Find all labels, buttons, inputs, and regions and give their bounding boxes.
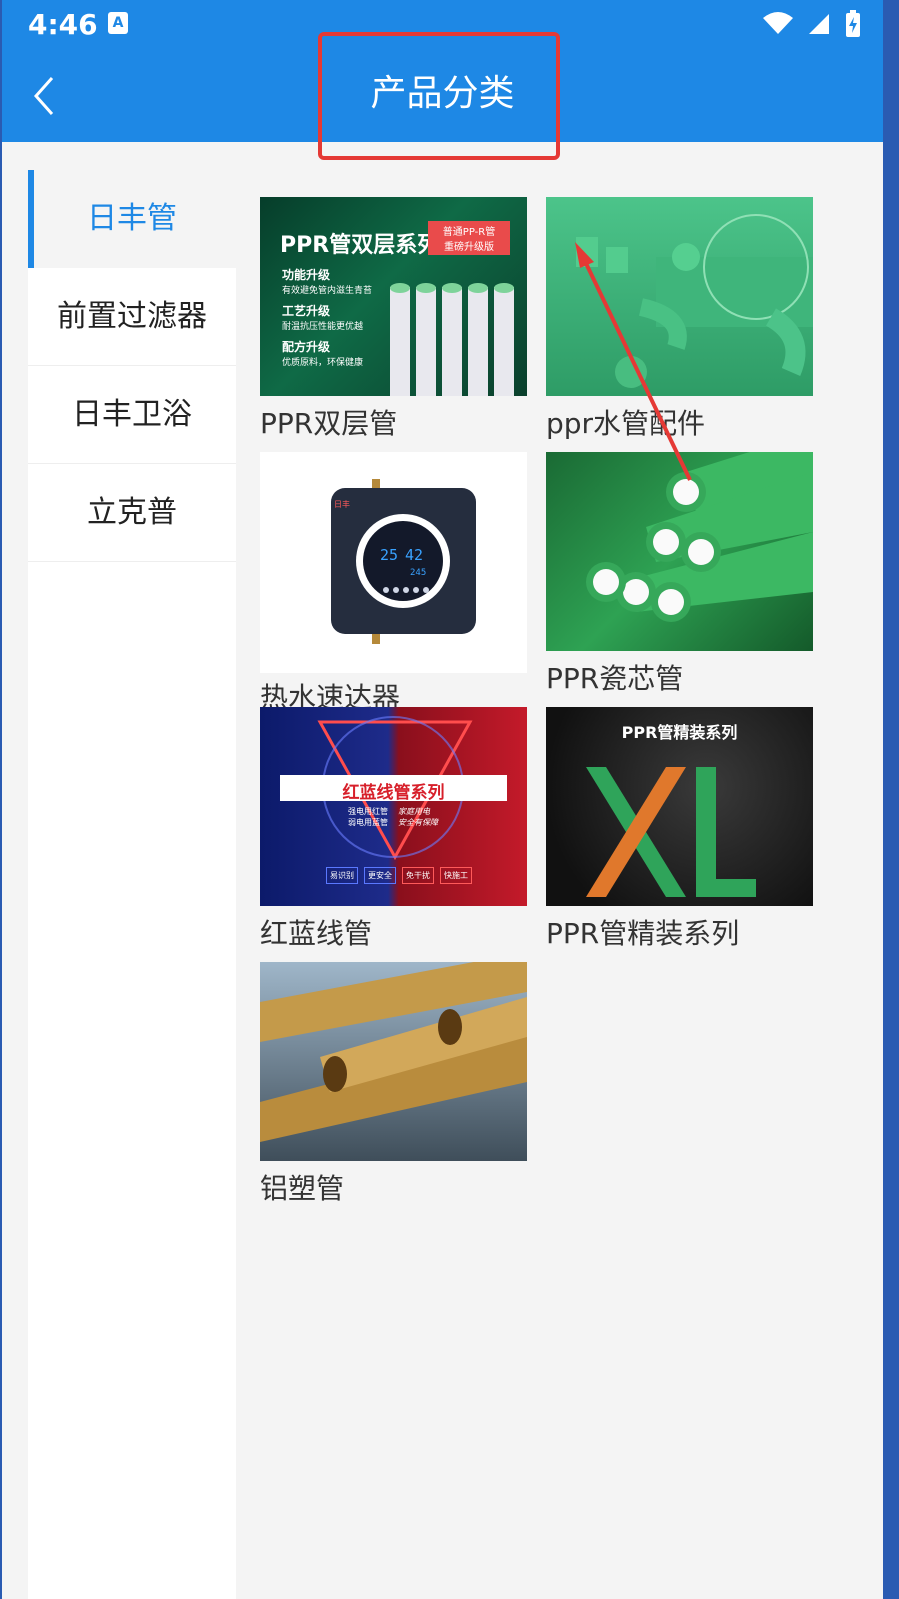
- product-name: PPR瓷芯管: [546, 662, 684, 695]
- product-name: PPR管精装系列: [546, 917, 740, 950]
- thumb-title: PPR管双层系列: [280, 233, 440, 258]
- product-name: 铝塑管: [260, 1172, 345, 1205]
- product-name: 热水速达器: [260, 681, 401, 711]
- fittings-graphic: [576, 214, 813, 388]
- thumb-badge: 普通PP-R管 重磅升级版: [428, 221, 510, 255]
- thumb-sub-right: 家庭用电 安全有保障: [398, 806, 438, 828]
- pipes-graphic: [390, 283, 514, 396]
- notification-icon: A: [108, 12, 128, 34]
- product-image: 日丰 25 42 245: [260, 452, 527, 673]
- feature-box-2: 更安全: [364, 867, 396, 884]
- product-image: PPR管精装系列: [546, 707, 813, 906]
- thumb-sub-left: 强电用红管 弱电用蓝管: [348, 806, 388, 828]
- heater-temp-2: 42: [405, 546, 423, 564]
- status-time: 4:46: [28, 8, 98, 41]
- feature-2-desc: 耐温抗压性能更优越: [282, 322, 364, 332]
- thumb-title: 红蓝线管系列: [342, 783, 445, 803]
- product-card[interactable]: 铝塑管: [260, 962, 527, 1207]
- heater-temp-1: 25: [380, 546, 398, 564]
- app-bar: 产品分类: [2, 52, 883, 142]
- sidebar-item-rifeng-pipe[interactable]: 日丰管: [28, 170, 236, 268]
- thumb-sub-line1: 强电用红管: [348, 807, 388, 816]
- xl-graphic: [586, 767, 756, 897]
- thumb-sub-line2: 弱电用蓝管: [348, 818, 388, 827]
- feature-box-3: 免干扰: [402, 867, 434, 884]
- product-image: PPR管双层系列 普通PP-R管 重磅升级版 功能升级 有效避免管内滋生青苔 工…: [260, 197, 527, 396]
- sidebar-item-likepu[interactable]: 立克普: [28, 464, 236, 562]
- product-card[interactable]: 日丰 25 42 245 热水速达器: [260, 452, 527, 711]
- status-bar: 4:46 A: [2, 0, 883, 52]
- product-name: ppr水管配件: [546, 407, 706, 440]
- ceramic-pipes-graphic: [586, 452, 813, 622]
- sidebar-item-prefilter[interactable]: 前置过滤器: [28, 268, 236, 366]
- product-image: [546, 197, 813, 396]
- thumb-sub-line3: 家庭用电: [398, 807, 430, 816]
- sidebar-item-rifeng-bath[interactable]: 日丰卫浴: [28, 366, 236, 464]
- feature-3-desc: 优质原料，环保健康: [282, 358, 364, 368]
- page-title: 产品分类: [370, 73, 515, 114]
- product-card[interactable]: PPR管双层系列 普通PP-R管 重磅升级版 功能升级 有效避免管内滋生青苔 工…: [260, 197, 527, 442]
- category-sidebar: 日丰管 前置过滤器 日丰卫浴 立克普: [28, 170, 236, 1599]
- product-image: 红蓝线管系列 强电用红管 弱电用蓝管 家庭用电 安全有保障 易识别 更安全 免干…: [260, 707, 527, 906]
- wifi-icon: [763, 12, 793, 34]
- aluminum-plastic-pipes-graphic: [260, 962, 527, 1142]
- feature-box-4: 快施工: [440, 867, 472, 884]
- product-card[interactable]: 红蓝线管系列 强电用红管 弱电用蓝管 家庭用电 安全有保障 易识别 更安全 免干…: [260, 707, 527, 952]
- product-card[interactable]: PPR管精装系列 PPR管精装系列: [546, 707, 813, 952]
- status-icons: [763, 10, 861, 38]
- feature-box-1: 易识别: [326, 867, 358, 884]
- thumb-features: 功能升级 有效避免管内滋生青苔 工艺升级 耐温抗压性能更优越 配方升级 优质原料…: [282, 267, 372, 371]
- product-image: [260, 962, 527, 1161]
- feature-1-desc: 有效避免管内滋生青苔: [282, 286, 373, 296]
- thumb-badge-line2: 重磅升级版: [444, 242, 494, 253]
- feature-3: 配方升级: [282, 340, 331, 354]
- product-image: [546, 452, 813, 651]
- product-card[interactable]: PPR瓷芯管: [546, 452, 813, 697]
- signal-icon: [809, 14, 829, 34]
- product-name: 红蓝线管: [260, 917, 373, 950]
- right-edge: [883, 0, 899, 1599]
- thumb-feature-boxes: 易识别 更安全 免干扰 快施工: [326, 867, 472, 884]
- thumb-sub-line4: 安全有保障: [398, 818, 438, 827]
- app-screen: 4:46 A 产品分类 日丰管 前置过滤器 日丰卫浴 立克普 PPR管双层系列 …: [2, 0, 883, 1599]
- product-name: PPR双层管: [260, 407, 398, 440]
- feature-2: 工艺升级: [282, 304, 331, 318]
- heater-brand: 日丰: [334, 499, 350, 509]
- heater-graphic: 日丰 25 42 245: [331, 479, 476, 644]
- feature-1: 功能升级: [282, 268, 331, 282]
- battery-icon: [846, 10, 860, 37]
- thumb-badge-line1: 普通PP-R管: [442, 227, 496, 238]
- heater-time: 245: [410, 568, 426, 578]
- product-card[interactable]: ppr水管配件: [546, 197, 813, 442]
